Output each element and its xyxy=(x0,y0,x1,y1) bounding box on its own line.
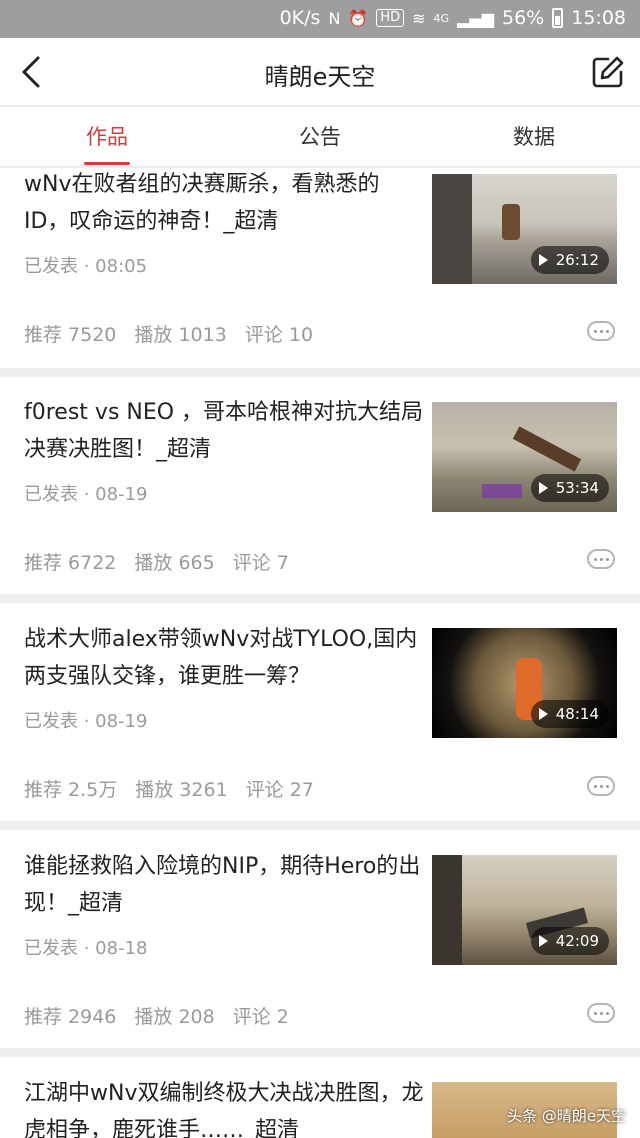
post-stats: 推荐 2.5万 播放 3261 评论 27 xyxy=(24,775,314,802)
play-icon xyxy=(538,708,548,720)
play-icon xyxy=(538,935,548,947)
post-title[interactable]: 战术大师alex带领wNv对战TYLOO,国内两支强队交锋，谁更胜一筹？ xyxy=(24,621,424,695)
recommend-count: 推荐 2.5万 xyxy=(24,779,118,801)
signal-icon: ▂▄▆ xyxy=(457,8,494,28)
hd-badge: HD xyxy=(376,9,405,27)
tab-works[interactable]: 作品 xyxy=(47,121,167,151)
video-duration-badge: 53:34 xyxy=(530,474,609,502)
post-card[interactable]: 战术大师alex带领wNv对战TYLOO,国内两支强队交锋，谁更胜一筹？ 已发表… xyxy=(0,603,640,821)
more-options-icon[interactable] xyxy=(587,549,615,569)
video-duration-badge: 26:12 xyxy=(530,246,609,274)
post-meta: 已发表 · 08-19 xyxy=(24,484,148,505)
more-options-icon[interactable] xyxy=(587,776,615,796)
network-type: 4G xyxy=(433,11,450,25)
recommend-count: 推荐 6722 xyxy=(24,552,117,574)
play-icon xyxy=(538,482,548,494)
status-bar: 0K/s N ⏰ HD ≋ 4G ▂▄▆ 56% 15:08 xyxy=(0,0,640,38)
play-count: 播放 665 xyxy=(134,552,215,574)
video-thumbnail[interactable]: 53:34 xyxy=(432,402,617,512)
video-thumbnail[interactable]: 42:09 xyxy=(432,855,617,965)
clock: 15:08 xyxy=(571,7,626,29)
video-duration-badge: 48:14 xyxy=(530,700,609,728)
recommend-count: 推荐 2946 xyxy=(24,1006,117,1028)
post-card[interactable]: wNv在败者组的决赛厮杀，看熟悉的ID，叹命运的神奇！_超清 已发表 · 08:… xyxy=(0,168,640,368)
battery-level: 56% xyxy=(502,7,545,29)
video-duration-badge: 42:09 xyxy=(530,927,609,955)
video-thumbnail[interactable]: 48:14 xyxy=(432,628,617,738)
play-count: 播放 1013 xyxy=(134,324,227,346)
comment-count: 评论 27 xyxy=(245,779,314,801)
comment-count: 评论 10 xyxy=(244,324,314,346)
active-tab-indicator xyxy=(84,162,130,165)
post-card[interactable]: 谁能拯救陷入险境的NIP，期待Hero的出现！_超清 已发表 · 08-18 4… xyxy=(0,830,640,1048)
play-count: 播放 208 xyxy=(134,1006,215,1028)
tab-announcements[interactable]: 公告 xyxy=(260,121,380,151)
post-card[interactable]: f0rest vs NEO ，哥本哈根神对抗大结局决赛决胜图！_超清 已发表 ·… xyxy=(0,377,640,594)
post-meta: 已发表 · 08:05 xyxy=(24,256,148,277)
post-title[interactable]: 江湖中wNv双编制终极大决战决胜图，龙虎相争，鹿死谁手……_超清 xyxy=(24,1075,424,1138)
post-stats: 推荐 6722 播放 665 评论 7 xyxy=(24,548,289,575)
wifi-icon: ≋ xyxy=(412,8,426,28)
video-duration: 53:34 xyxy=(555,479,599,497)
video-duration: 48:14 xyxy=(555,705,599,723)
tab-bar: 作品 公告 数据 xyxy=(0,107,640,167)
post-title[interactable]: wNv在败者组的决赛厮杀，看熟悉的ID，叹命运的神奇！_超清 xyxy=(24,168,424,240)
net-speed: 0K/s xyxy=(279,7,321,29)
video-thumbnail[interactable]: 26:12 xyxy=(432,174,617,284)
post-stats: 推荐 2946 播放 208 评论 2 xyxy=(24,1002,289,1029)
page-title: 晴朗e天空 xyxy=(264,63,376,91)
alarm-icon: ⏰ xyxy=(348,8,369,28)
play-icon xyxy=(538,254,548,266)
recommend-count: 推荐 7520 xyxy=(24,324,117,346)
post-stats: 推荐 7520 播放 1013 评论 10 xyxy=(24,320,313,347)
watermark: 头条 @晴朗e天空 xyxy=(507,1107,626,1125)
post-list: wNv在败者组的决赛厮杀，看熟悉的ID，叹命运的神奇！_超清 已发表 · 08:… xyxy=(0,168,640,1138)
tab-data[interactable]: 数据 xyxy=(474,121,594,151)
more-options-icon[interactable] xyxy=(587,321,615,341)
battery-icon xyxy=(552,8,564,28)
comment-count: 评论 2 xyxy=(232,1006,289,1028)
post-title[interactable]: f0rest vs NEO ，哥本哈根神对抗大结局决赛决胜图！_超清 xyxy=(24,394,424,468)
more-options-icon[interactable] xyxy=(587,1003,615,1023)
video-duration: 26:12 xyxy=(555,251,599,269)
nfc-icon: N xyxy=(328,8,341,28)
nav-bar: 晴朗e天空 xyxy=(0,38,640,106)
post-meta: 已发表 · 08-18 xyxy=(24,938,148,959)
post-title[interactable]: 谁能拯救陷入险境的NIP，期待Hero的出现！_超清 xyxy=(24,848,424,922)
video-duration: 42:09 xyxy=(555,932,599,950)
play-count: 播放 3261 xyxy=(135,779,228,801)
comment-count: 评论 7 xyxy=(232,552,289,574)
edit-icon[interactable] xyxy=(590,54,626,90)
post-meta: 已发表 · 08-19 xyxy=(24,711,148,732)
